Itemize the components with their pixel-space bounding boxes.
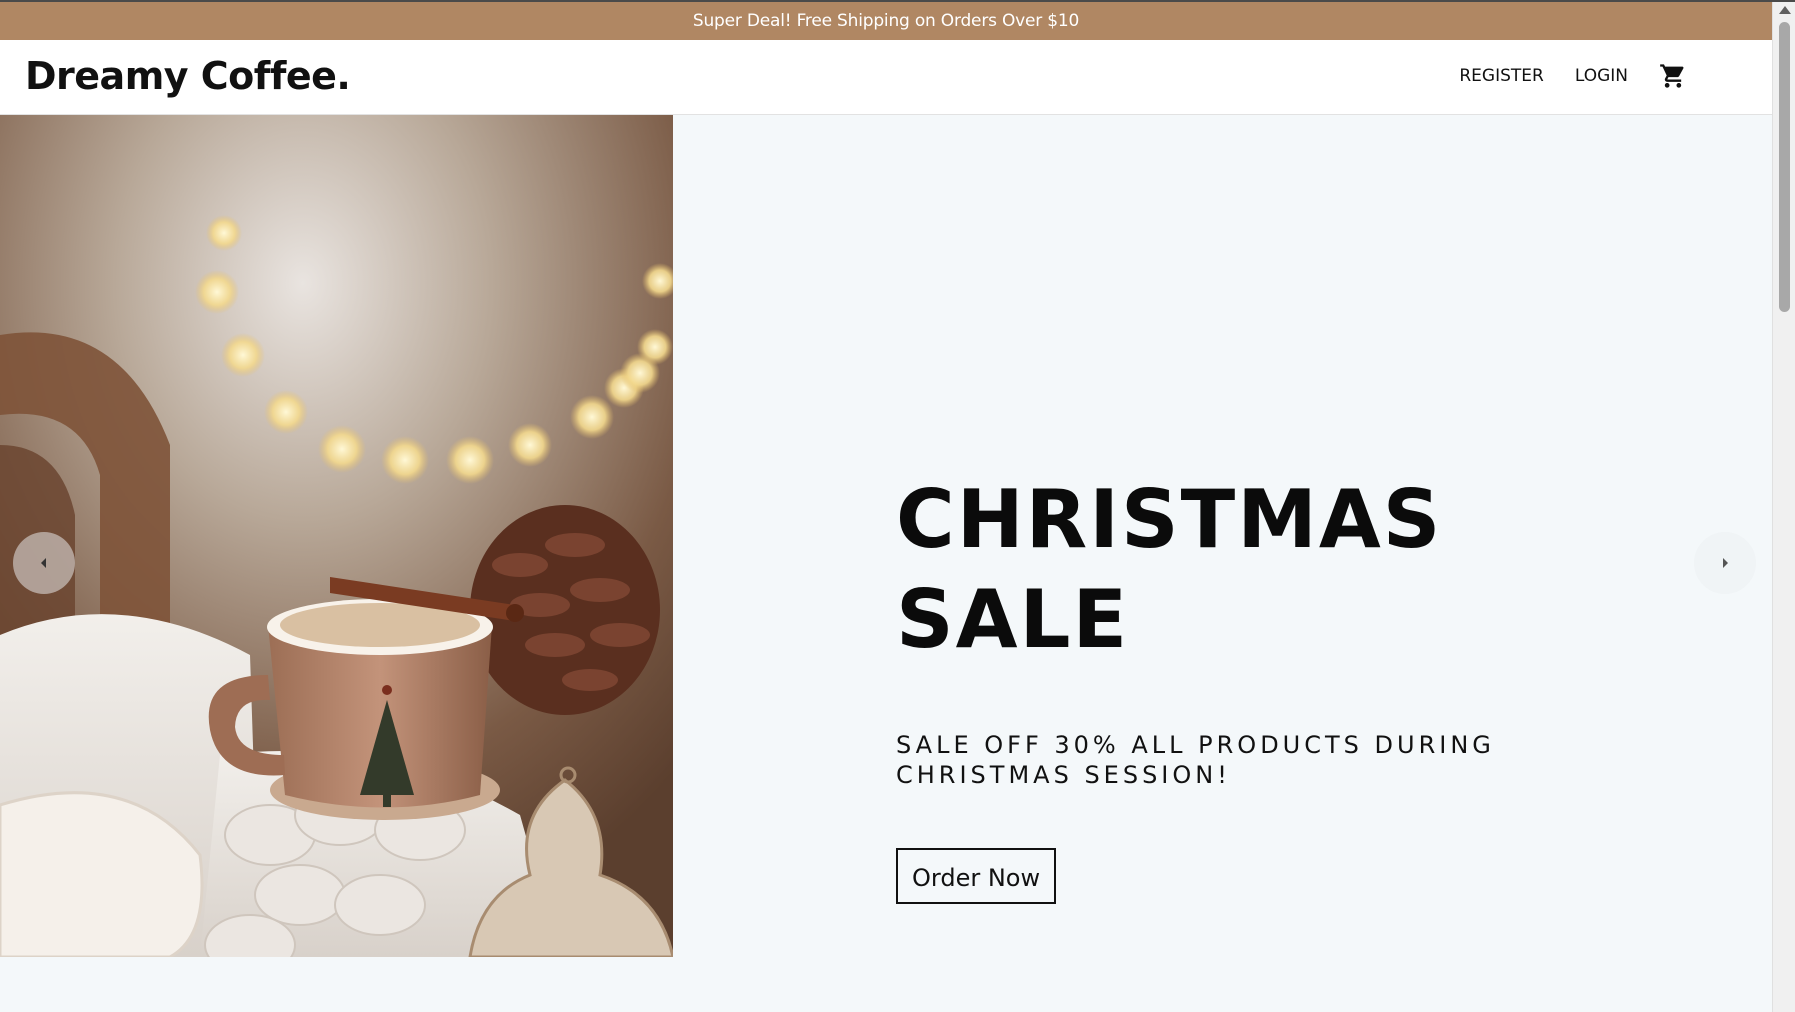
chevron-left-icon bbox=[41, 558, 46, 568]
promo-banner: Super Deal! Free Shipping on Orders Over… bbox=[0, 2, 1772, 40]
hero-title: CHRISTMAS SALE bbox=[896, 473, 1443, 666]
header-nav: REGISTER LOGIN bbox=[1428, 62, 1687, 90]
chevron-right-icon bbox=[1723, 558, 1728, 568]
login-link[interactable]: LOGIN bbox=[1575, 66, 1628, 86]
promo-text: Super Deal! Free Shipping on Orders Over… bbox=[692, 11, 1080, 31]
scroll-up-arrow-icon[interactable] bbox=[1779, 6, 1791, 14]
page-scrollbar[interactable] bbox=[1772, 2, 1795, 1012]
order-now-button[interactable]: Order Now bbox=[896, 848, 1057, 904]
hero-subtitle: SALE OFF 30% ALL PRODUCTS DURING CHRISTM… bbox=[896, 731, 1495, 789]
hero-image bbox=[0, 115, 673, 957]
site-header: Dreamy Coffee. REGISTER LOGIN bbox=[0, 40, 1772, 115]
scroll-thumb[interactable] bbox=[1779, 22, 1790, 312]
shopping-cart-icon[interactable] bbox=[1659, 62, 1687, 90]
register-link[interactable]: REGISTER bbox=[1459, 66, 1543, 86]
site-logo[interactable]: Dreamy Coffee. bbox=[25, 54, 351, 98]
hero-content: CHRISTMAS SALE SALE OFF 30% ALL PRODUCTS… bbox=[896, 470, 1656, 904]
carousel-prev-button[interactable] bbox=[13, 532, 75, 594]
carousel-next-button[interactable] bbox=[1694, 532, 1756, 594]
